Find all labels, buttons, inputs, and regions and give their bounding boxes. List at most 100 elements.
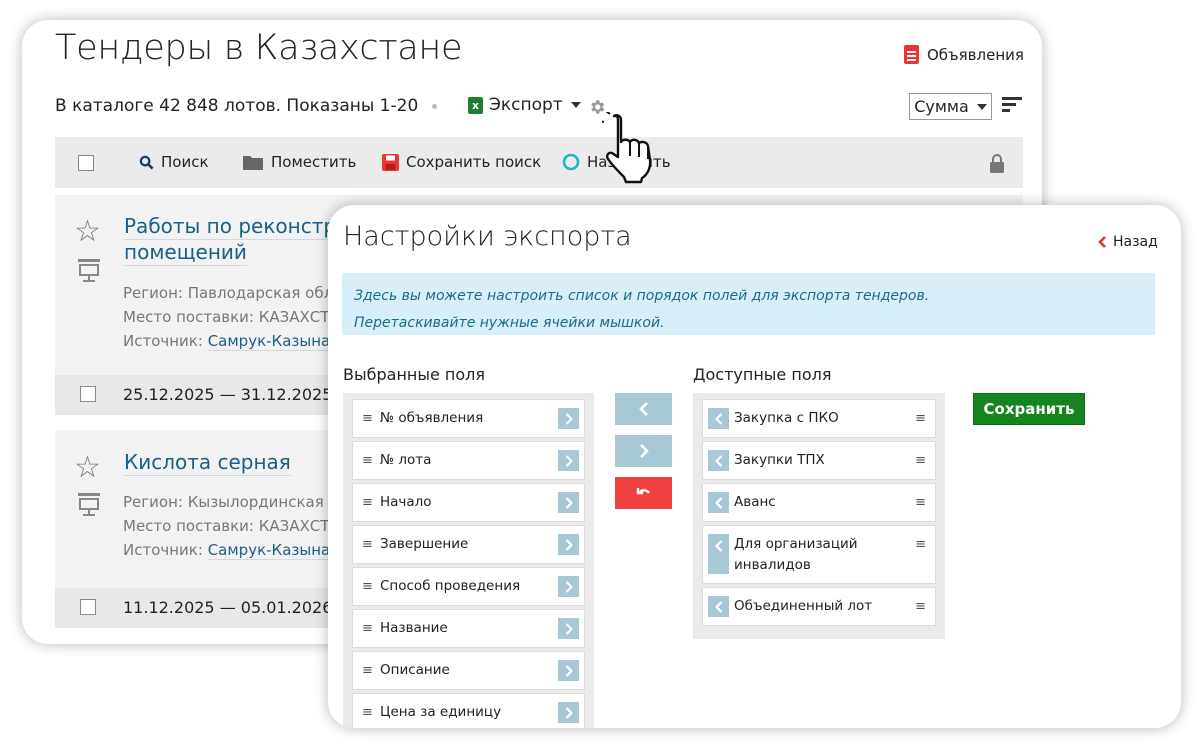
available-fields-label: Доступные поля — [693, 365, 832, 384]
chevron-left-icon[interactable] — [708, 450, 729, 471]
selected-field-item[interactable]: ≡ Описание — [352, 651, 585, 690]
grip-icon: ≡ — [362, 663, 373, 678]
field-label: Начало — [380, 494, 432, 510]
sort-select-value: Сумма — [914, 97, 969, 116]
sort-icon[interactable] — [1002, 97, 1022, 113]
separator-dot — [432, 104, 437, 109]
save-button[interactable]: Сохранить — [973, 393, 1085, 425]
save-search-button[interactable]: Сохранить поиск — [382, 153, 541, 171]
tender-delivery: Место поставки: КАЗАХСТАН — [123, 308, 351, 326]
grip-icon: ≡ — [362, 495, 373, 510]
lock-icon[interactable] — [989, 153, 1005, 173]
star-icon[interactable]: ☆ — [74, 217, 101, 247]
field-label: № объявления — [380, 410, 484, 426]
selected-field-item[interactable]: ≡ Начало — [352, 483, 585, 522]
source-link[interactable]: Самрук-Казына — [207, 541, 331, 560]
grip-icon: ≡ — [362, 453, 373, 468]
available-fields-list: Закупка с ПКО ≡ Закупки ТПХ ≡ Аванс ≡ Дл… — [693, 393, 945, 639]
selected-field-item[interactable]: ≡ Способ проведения — [352, 567, 585, 606]
place-button[interactable]: Поместить — [242, 153, 356, 171]
announcements-label: Объявления — [927, 45, 1024, 64]
available-field-item[interactable]: Закупка с ПКО ≡ — [702, 399, 936, 438]
field-label: Описание — [380, 662, 450, 678]
chevron-right-icon[interactable] — [558, 492, 579, 513]
chevron-left-icon[interactable] — [708, 408, 729, 429]
grip-icon: ≡ — [915, 453, 926, 468]
grip-icon: ≡ — [362, 705, 373, 720]
search-button[interactable]: Поиск — [139, 153, 209, 171]
selected-field-item[interactable]: ≡ Название — [352, 609, 585, 648]
tender-checkbox[interactable] — [80, 386, 96, 402]
chevron-right-icon[interactable] — [558, 660, 579, 681]
chevron-left-icon[interactable] — [708, 492, 729, 513]
page-title: Тендеры в Казахстане — [55, 28, 463, 68]
grip-icon: ≡ — [362, 621, 373, 636]
chevron-right-icon[interactable] — [558, 408, 579, 429]
tender-title-link[interactable]: Кислота серная — [124, 450, 291, 476]
grip-icon: ≡ — [915, 495, 926, 510]
field-label: Для организаций — [734, 536, 858, 552]
save-search-label: Сохранить поиск — [406, 153, 542, 171]
export-dropdown[interactable]: x Экспорт — [468, 95, 581, 115]
move-left-button[interactable] — [615, 393, 672, 425]
hand-cursor-icon — [602, 112, 652, 184]
search-icon — [139, 155, 154, 170]
tender-dates: 25.12.2025 — 31.12.2025 — [123, 385, 333, 404]
field-label: инвалидов — [734, 557, 811, 573]
available-field-item[interactable]: Объединенный лот ≡ — [702, 587, 936, 626]
floppy-icon — [382, 153, 399, 171]
excel-icon: x — [468, 96, 483, 114]
grip-icon: ≡ — [362, 579, 373, 594]
announcements-link[interactable]: Объявления — [904, 45, 1024, 64]
field-label: Объединенный лот — [734, 598, 873, 614]
available-field-item[interactable]: Закупки ТПХ ≡ — [702, 441, 936, 480]
tender-source: Источник: Самрук-Казына — [123, 332, 331, 351]
chevron-right-icon[interactable] — [558, 450, 579, 471]
chevron-right-icon — [639, 444, 649, 458]
chevron-left-icon[interactable] — [708, 596, 729, 617]
star-icon[interactable]: ☆ — [74, 453, 101, 483]
selected-field-item[interactable]: ≡ № объявления — [352, 399, 585, 438]
sort-select[interactable]: Сумма — [909, 93, 992, 120]
selected-field-item[interactable]: ≡ Цена за единицу — [352, 693, 585, 728]
chevron-right-icon[interactable] — [558, 534, 579, 555]
field-label: Способ проведения — [380, 578, 521, 594]
select-all-checkbox[interactable] — [78, 155, 94, 171]
selected-fields-label: Выбранные поля — [343, 365, 486, 384]
move-right-button[interactable] — [615, 435, 672, 467]
available-field-item[interactable]: Аванс ≡ — [702, 483, 936, 522]
reset-button[interactable] — [615, 477, 672, 509]
source-link[interactable]: Самрук-Казына — [207, 332, 331, 351]
back-link[interactable]: Назад — [1098, 234, 1158, 250]
export-label: Экспорт — [489, 95, 563, 115]
field-label: Название — [380, 620, 448, 636]
source-label: Источник: — [123, 541, 203, 559]
grip-icon: ≡ — [915, 537, 926, 552]
field-label: № лота — [380, 452, 432, 468]
field-label: Закупки ТПХ — [734, 452, 825, 468]
tender-delivery: Место поставки: КАЗАХСТАН — [123, 517, 351, 535]
chevron-left-icon[interactable] — [708, 534, 729, 574]
selected-fields-list: ≡ № объявления ≡ № лота ≡ Начало ≡ Завер… — [343, 393, 594, 728]
field-label: Закупка с ПКО — [734, 410, 839, 426]
grip-icon: ≡ — [915, 599, 926, 614]
info-line: Перетаскивайте нужные ячейки мышкой. — [354, 315, 665, 331]
doc-icon — [904, 45, 919, 64]
chevron-right-icon[interactable] — [558, 618, 579, 639]
tender-title-link[interactable]: помещений — [124, 240, 247, 266]
back-label: Назад — [1113, 234, 1158, 250]
tender-source: Источник: Самрук-Казына — [123, 541, 331, 560]
chevron-right-icon[interactable] — [558, 576, 579, 597]
search-label: Поиск — [161, 153, 209, 171]
grip-icon: ≡ — [915, 411, 926, 426]
monitor-icon[interactable] — [77, 492, 101, 518]
chevron-right-icon[interactable] — [558, 702, 579, 723]
available-field-item[interactable]: Для организаций инвалидов ≡ — [702, 525, 936, 584]
chevron-down-icon — [976, 103, 987, 110]
selected-field-item[interactable]: ≡ Завершение — [352, 525, 585, 564]
place-label: Поместить — [271, 153, 357, 171]
monitor-icon[interactable] — [77, 258, 101, 284]
toolbar: Поиск Поместить Сохранить поиск Назначит… — [55, 137, 1023, 188]
selected-field-item[interactable]: ≡ № лота — [352, 441, 585, 480]
tender-checkbox[interactable] — [80, 599, 96, 615]
